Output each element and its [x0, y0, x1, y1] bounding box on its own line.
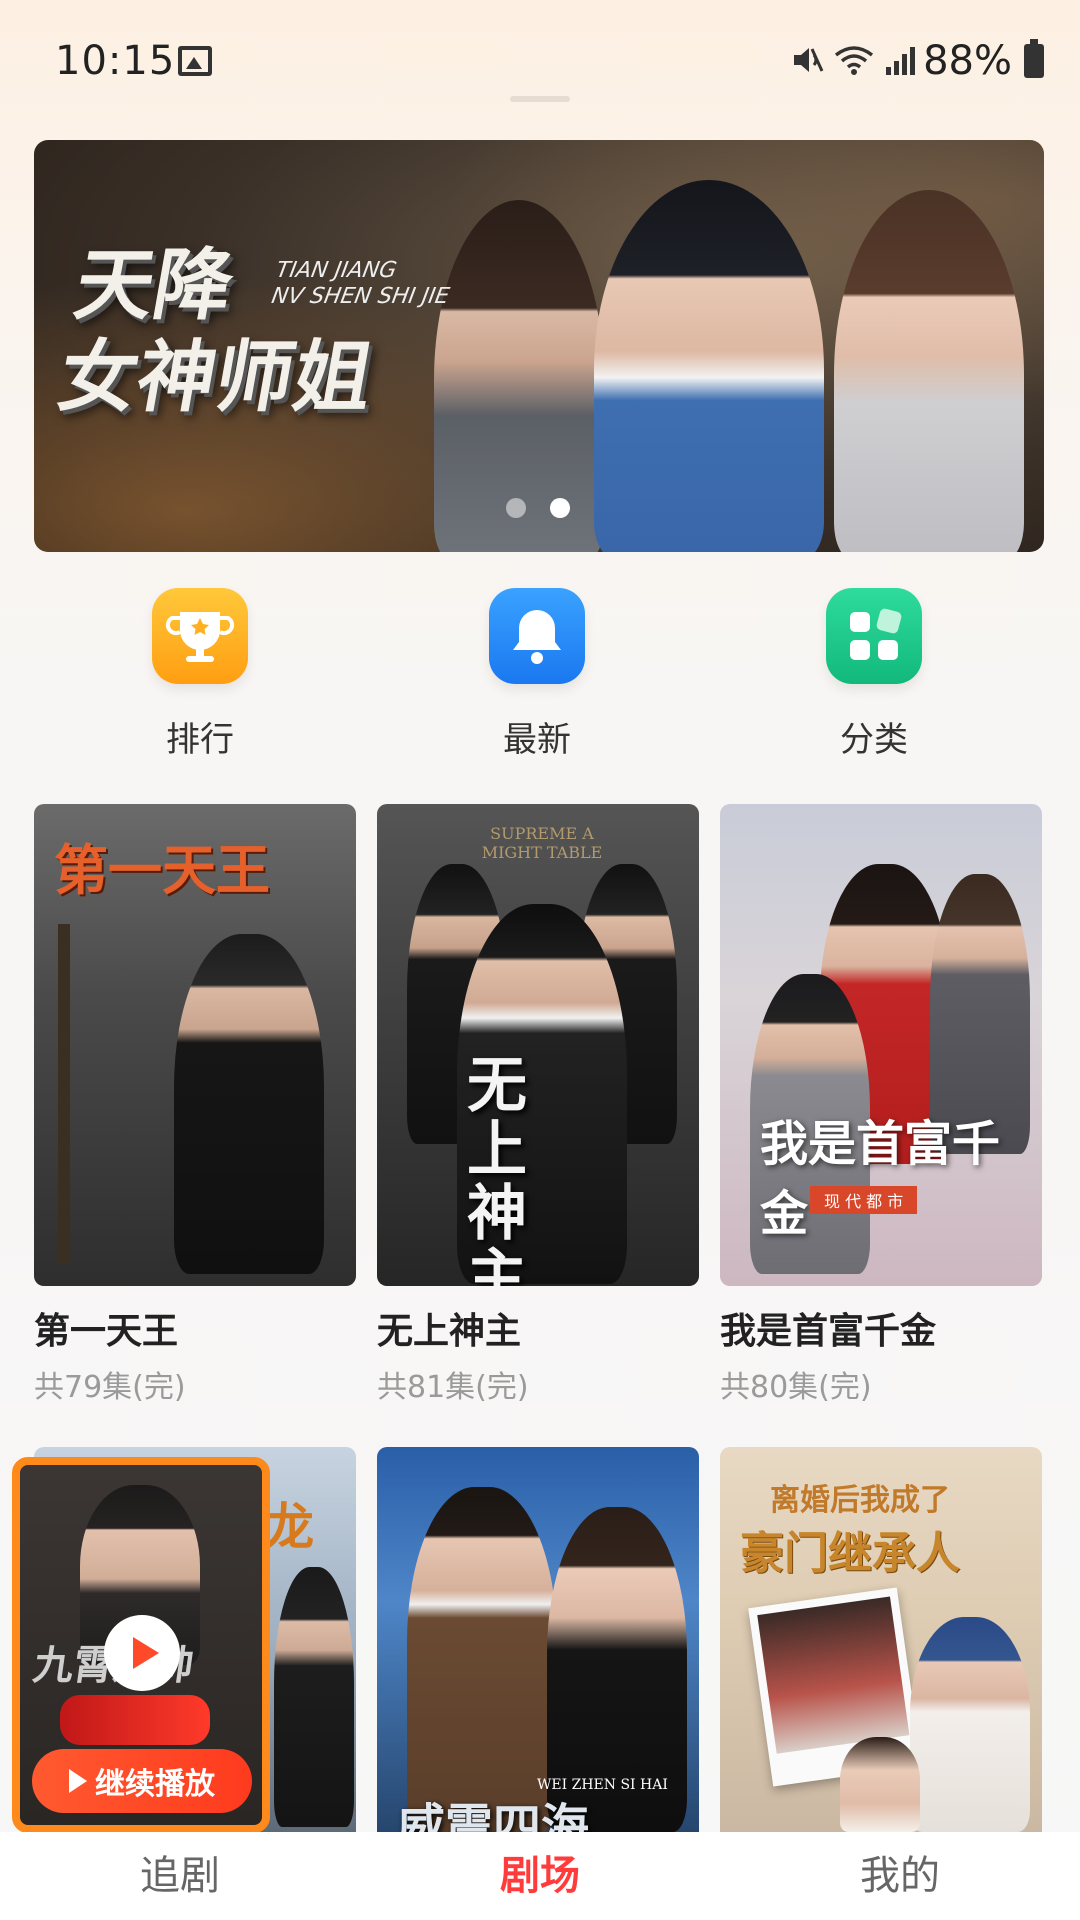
nav-tab-following[interactable]: 追剧 — [0, 1832, 360, 1920]
quick-menu-label: 分类 — [840, 720, 908, 760]
featured-banner[interactable]: 天降 女神师姐 TIAN JIANG NV SHEN SHI JIE — [34, 140, 1044, 552]
poster-title-art: 龙 — [264, 1497, 314, 1556]
bell-icon — [489, 588, 585, 684]
banner-pinyin-line1: TIAN JIANG — [274, 258, 399, 283]
quick-menu-label: 排行 — [166, 720, 234, 760]
poster-title-art-line2: 豪门继承人 — [740, 1528, 960, 1579]
banner-pinyin: TIAN JIANG NV SHEN SHI JIE — [269, 258, 455, 310]
poster-actress — [274, 1567, 354, 1827]
drama-card[interactable]: 我是首富千金 现 代 都 市 我是首富千金 共80集(完) — [720, 804, 1042, 1406]
wifi-icon — [834, 46, 874, 75]
nav-tab-theater[interactable]: 剧场 — [360, 1832, 720, 1920]
drama-poster: 离婚后我成了 豪门继承人 — [720, 1447, 1042, 1832]
quick-menu-category[interactable]: 分类 — [774, 588, 974, 761]
quick-menu-newest[interactable]: 最新 — [437, 588, 637, 761]
banner-actor-center — [594, 180, 824, 552]
battery-percentage: 88% — [923, 38, 1012, 84]
status-time: 10:15 — [55, 38, 176, 84]
banner-title-line2: 女神师姐 — [51, 332, 381, 423]
continue-thumbnail-motorbike — [60, 1695, 210, 1745]
signal-icon — [886, 47, 915, 75]
drama-poster: 第一天王 — [34, 804, 356, 1286]
drama-title: 第一天王 — [34, 1311, 179, 1352]
poster-actor — [174, 934, 324, 1274]
image-notification-icon — [178, 46, 212, 76]
drama-card[interactable]: 第一天王 第一天王 共79集(完) — [34, 804, 356, 1406]
banner-dot-1[interactable] — [506, 498, 526, 518]
continue-watching-widget[interactable]: 九霄龙帅 继续播放 — [12, 1457, 270, 1833]
status-icons — [790, 40, 920, 80]
drama-poster: 我是首富千金 现 代 都 市 — [720, 804, 1042, 1286]
poster-title-art: 威震四海 — [397, 1799, 590, 1832]
drag-handle — [510, 96, 570, 102]
nav-tab-mine[interactable]: 我的 — [720, 1832, 1080, 1920]
poster-staff — [58, 924, 70, 1264]
status-bar: 10:15 88% — [0, 0, 1080, 120]
continue-play-label: 继续播放 — [95, 1767, 215, 1802]
drama-title: 无上神主 — [377, 1311, 522, 1352]
poster-child — [840, 1737, 920, 1832]
poster-title-art: 第一天王 — [54, 838, 270, 902]
poster-caption: SUPREME A MIGHT TABLE — [481, 824, 603, 862]
play-icon[interactable] — [104, 1615, 180, 1691]
drama-card[interactable]: 离婚后我成了 豪门继承人 — [720, 1447, 1042, 1832]
drama-poster: SUPREME A MIGHT TABLE 无上神主 — [377, 804, 699, 1286]
bottom-navigation: 追剧 剧场 我的 — [0, 1832, 1080, 1920]
drama-poster: WEI ZHEN SI HAI 威震四海 — [377, 1447, 699, 1832]
poster-actor — [407, 1487, 557, 1832]
poster-title-art-line1: 离婚后我成了 — [770, 1483, 950, 1518]
grid-icon — [826, 588, 922, 684]
quick-menu-ranking[interactable]: 排行 — [100, 588, 300, 761]
drama-episodes: 共80集(完) — [720, 1370, 872, 1405]
poster-title-art: 我是首富千金 — [760, 1116, 1001, 1242]
battery-icon — [1024, 39, 1044, 78]
banner-actress-right — [834, 190, 1024, 552]
poster-actress — [910, 1617, 1030, 1832]
drama-card[interactable]: SUPREME A MIGHT TABLE 无上神主 无上神主 共81集(完) — [377, 804, 699, 1406]
trophy-icon — [152, 588, 248, 684]
mute-icon — [794, 48, 824, 72]
banner-pagination — [506, 498, 570, 518]
poster-caption: 现 代 都 市 — [810, 1186, 918, 1214]
continue-play-button[interactable]: 继续播放 — [32, 1749, 252, 1813]
banner-pinyin-line2: NV SHEN SHI JIE — [269, 284, 452, 309]
poster-title-art: 无上神主 — [467, 1051, 527, 1286]
quick-menu-label: 最新 — [503, 720, 571, 760]
play-triangle-icon — [69, 1769, 87, 1793]
drama-title: 我是首富千金 — [720, 1311, 937, 1352]
banner-dot-2[interactable] — [550, 498, 570, 518]
drama-episodes: 共79集(完) — [34, 1370, 186, 1405]
drama-card[interactable]: WEI ZHEN SI HAI 威震四海 — [377, 1447, 699, 1832]
drama-episodes: 共81集(完) — [377, 1370, 529, 1405]
